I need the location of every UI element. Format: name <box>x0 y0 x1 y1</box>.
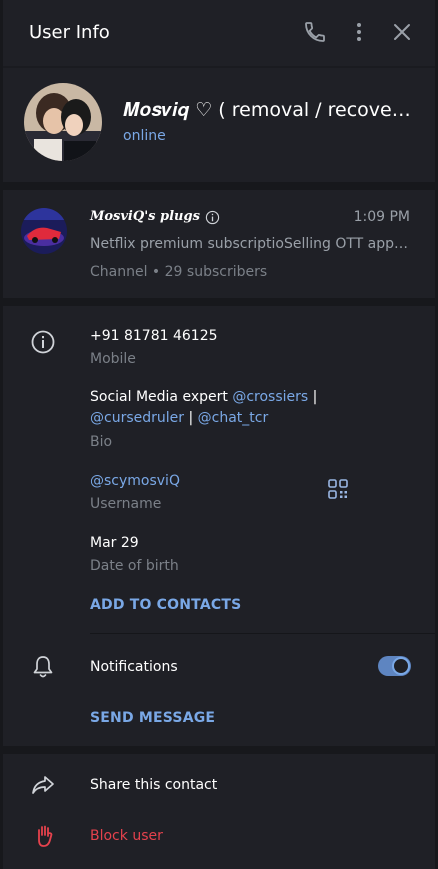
bio-mention-link[interactable]: @cursedruler <box>90 410 184 426</box>
toggle-knob <box>392 657 410 675</box>
bio-label: Bio <box>90 434 113 450</box>
bio-mention-link[interactable]: @chat_tcr <box>198 410 269 426</box>
username-label: Username <box>90 496 162 512</box>
block-hand-icon <box>38 825 53 847</box>
birthday-label: Date of birth <box>90 558 179 574</box>
profile-name: 𝑴𝒐𝒔𝒗𝒊𝒒 ♡ ( removal / recovery ) <box>123 99 413 121</box>
bio-separator: | <box>308 389 318 405</box>
channel-name[interactable]: 𝑴𝒐𝒔𝒗𝒊𝑸'𝒔 𝒑𝒍𝒖𝒈𝒔 <box>90 209 200 224</box>
block-user-button[interactable]: Block user <box>90 828 163 844</box>
divider <box>90 633 435 634</box>
user-info-panel: User Info 𝑴𝒐𝒔𝒗𝒊𝒒 ♡ ( removal / recovery … <box>3 0 435 869</box>
bio-line-2: @cursedruler | @chat_tcr <box>90 410 268 426</box>
username-link[interactable]: @scymosviQ <box>90 473 180 489</box>
section-separator <box>3 182 435 190</box>
bio-line-1: Social Media expert @crossiers | <box>90 389 317 405</box>
section-separator <box>3 298 435 306</box>
header-divider <box>3 66 435 68</box>
section-separator <box>3 746 435 754</box>
phone-number[interactable]: +91 81781 46125 <box>90 328 218 344</box>
online-status: online <box>123 128 166 144</box>
channel-last-message: Netflix premium subscriptioSelling OTT a… <box>90 236 410 252</box>
page-title: User Info <box>29 22 110 43</box>
bell-icon <box>33 656 53 678</box>
phone-icon[interactable] <box>303 20 327 44</box>
channel-subtitle: Channel • 29 subscribers <box>90 264 268 280</box>
info-circle-icon <box>205 210 220 225</box>
share-icon <box>32 776 54 794</box>
send-message-button[interactable]: SEND MESSAGE <box>90 710 215 726</box>
channel-avatar[interactable] <box>21 208 67 254</box>
info-icon <box>31 330 55 354</box>
phone-label: Mobile <box>90 351 136 367</box>
bio-text: Social Media expert <box>90 389 233 405</box>
more-vertical-icon[interactable] <box>347 20 371 44</box>
bio-separator: | <box>184 410 198 426</box>
header: User Info <box>3 0 435 66</box>
birthday: Mar 29 <box>90 535 139 551</box>
notifications-label: Notifications <box>90 659 178 675</box>
close-icon[interactable] <box>390 20 414 44</box>
avatar[interactable] <box>24 83 102 161</box>
add-to-contacts-button[interactable]: ADD TO CONTACTS <box>90 597 241 613</box>
share-contact-button[interactable]: Share this contact <box>90 777 217 793</box>
qr-code-icon[interactable] <box>327 478 349 500</box>
notifications-toggle[interactable] <box>378 656 411 676</box>
bio-mention-link[interactable]: @crossiers <box>232 389 308 405</box>
channel-time: 1:09 PM <box>353 209 410 225</box>
